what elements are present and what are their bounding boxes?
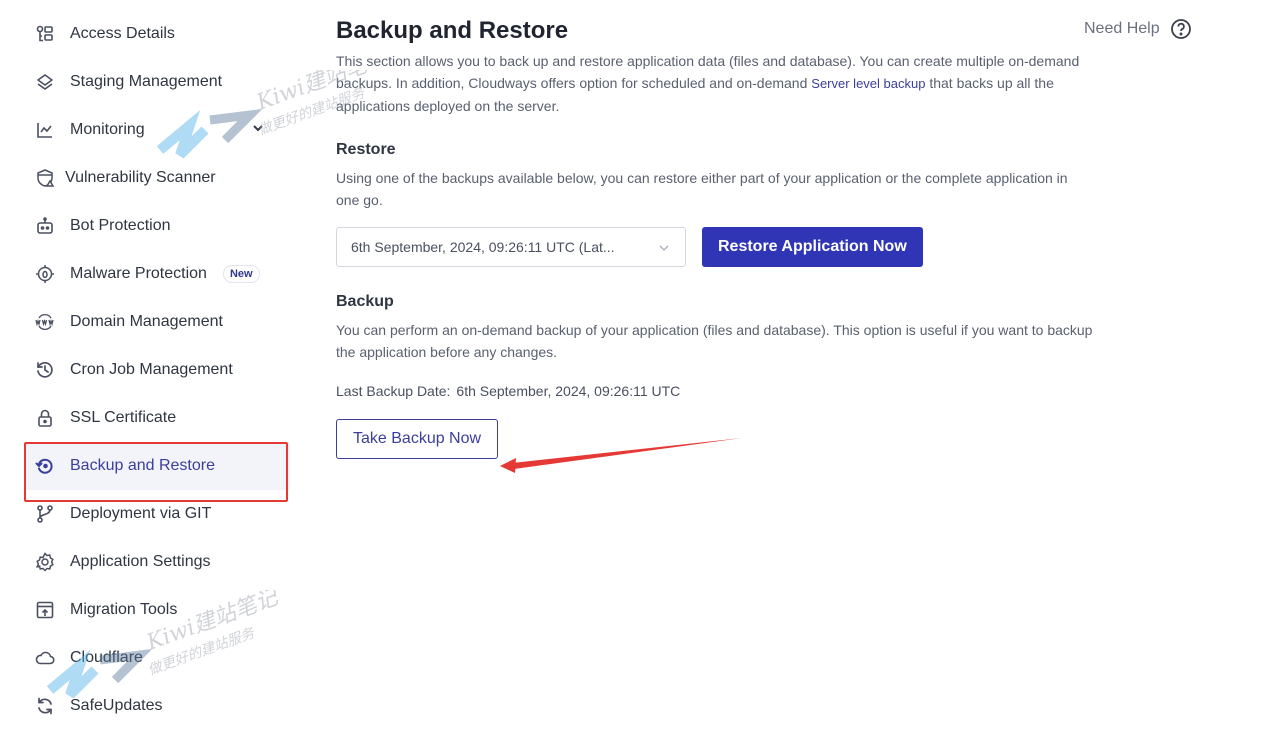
sidebar-item-label: Vulnerability Scanner <box>65 169 216 186</box>
backup-description: You can perform an on-demand backup of y… <box>336 322 1093 360</box>
sidebar-item-cloudflare[interactable]: Cloudflare <box>24 634 290 682</box>
sidebar-item-label: Cron Job Management <box>70 361 233 378</box>
sidebar-item-cron-job-management[interactable]: Cron Job Management <box>24 346 290 394</box>
sidebar-item-label: Migration Tools <box>70 601 178 618</box>
access-details-icon <box>34 23 56 45</box>
refresh-icon <box>34 695 56 717</box>
sidebar-item-safeupdates[interactable]: SafeUpdates <box>24 682 290 730</box>
last-backup-label: Last Backup Date: <box>336 383 451 399</box>
sidebar-item-domain-management[interactable]: Domain Management <box>24 298 290 346</box>
sidebar-item-label: Application Settings <box>70 553 211 570</box>
lock-icon <box>34 407 56 429</box>
page-title: Backup and Restore <box>336 17 569 44</box>
sidebar-item-label: Domain Management <box>70 313 223 330</box>
server-level-backup-link[interactable]: Server level backup <box>811 76 925 91</box>
sidebar-item-ssl-certificate[interactable]: SSL Certificate <box>24 394 290 442</box>
backup-section-title: Backup <box>336 293 394 310</box>
main-content: Backup and Restore This section allows y… <box>336 14 1116 459</box>
sidebar-item-backup-and-restore[interactable]: Backup and Restore <box>24 442 290 490</box>
sidebar-item-application-settings[interactable]: Application Settings <box>24 538 290 586</box>
sidebar-item-staging-management[interactable]: Staging Management <box>24 58 290 106</box>
chart-line-icon <box>34 119 56 141</box>
sidebar: Access Details Staging Management Monito… <box>24 10 290 730</box>
intro-text: This section allows you to back up and r… <box>336 50 1116 117</box>
arrow-head <box>500 458 516 473</box>
sidebar-item-malware-protection[interactable]: Malware Protection New <box>24 250 290 298</box>
sidebar-item-access-details[interactable]: Access Details <box>24 10 290 58</box>
sidebar-item-label: Cloudflare <box>70 649 143 666</box>
last-backup-value: 6th September, 2024, 09:26:11 UTC <box>456 383 681 399</box>
restore-controls: 6th September, 2024, 09:26:11 UTC (Lat..… <box>336 227 1116 267</box>
last-backup-date: Last Backup Date: 6th September, 2024, 09… <box>336 383 1116 399</box>
sidebar-item-migration-tools[interactable]: Migration Tools <box>24 586 290 634</box>
restore-application-now-button[interactable]: Restore Application Now <box>702 227 923 267</box>
sidebar-item-label: SafeUpdates <box>70 697 163 714</box>
migration-upload-icon <box>34 599 56 621</box>
sidebar-item-label: Backup and Restore <box>70 457 215 474</box>
gear-icon <box>34 551 56 573</box>
sidebar-item-monitoring[interactable]: Monitoring <box>24 106 290 154</box>
backup-select-dropdown[interactable]: 6th September, 2024, 09:26:11 UTC (Lat..… <box>336 227 686 267</box>
sidebar-item-label: Staging Management <box>70 73 223 90</box>
backup-select-value: 6th September, 2024, 09:26:11 UTC (Lat..… <box>351 239 615 255</box>
sidebar-item-bot-protection[interactable]: Bot Protection <box>24 202 290 250</box>
chevron-down-icon[interactable] <box>252 122 264 134</box>
robot-icon <box>34 215 56 237</box>
new-badge: New <box>222 265 260 283</box>
bug-target-icon <box>34 263 56 285</box>
question-circle-icon <box>1170 19 1191 39</box>
sidebar-item-label: Deployment via GIT <box>70 505 212 522</box>
history-clock-icon <box>34 359 56 381</box>
chevron-down-icon <box>659 245 669 252</box>
sidebar-item-label: Access Details <box>70 25 175 42</box>
sidebar-item-vulnerability-scanner[interactable]: Vulnerability Scanner <box>24 154 290 202</box>
git-branch-icon <box>34 503 56 525</box>
sidebar-item-label: Monitoring <box>70 121 145 138</box>
sidebar-item-deployment-via-git[interactable]: Deployment via GIT <box>24 490 290 538</box>
sidebar-item-label: SSL Certificate <box>70 409 177 426</box>
sidebar-item-label: Bot Protection <box>70 217 171 234</box>
sidebar-item-label: Malware Protection <box>70 265 207 282</box>
restore-section-title: Restore <box>336 141 396 158</box>
take-backup-now-button[interactable]: Take Backup Now <box>336 419 499 459</box>
www-globe-icon <box>34 311 56 333</box>
shield-warning-icon <box>34 167 56 189</box>
backup-restore-icon <box>34 455 56 477</box>
cloud-icon <box>34 647 56 669</box>
restore-description: Using one of the backups available below… <box>336 170 1068 208</box>
layers-icon <box>34 71 56 93</box>
